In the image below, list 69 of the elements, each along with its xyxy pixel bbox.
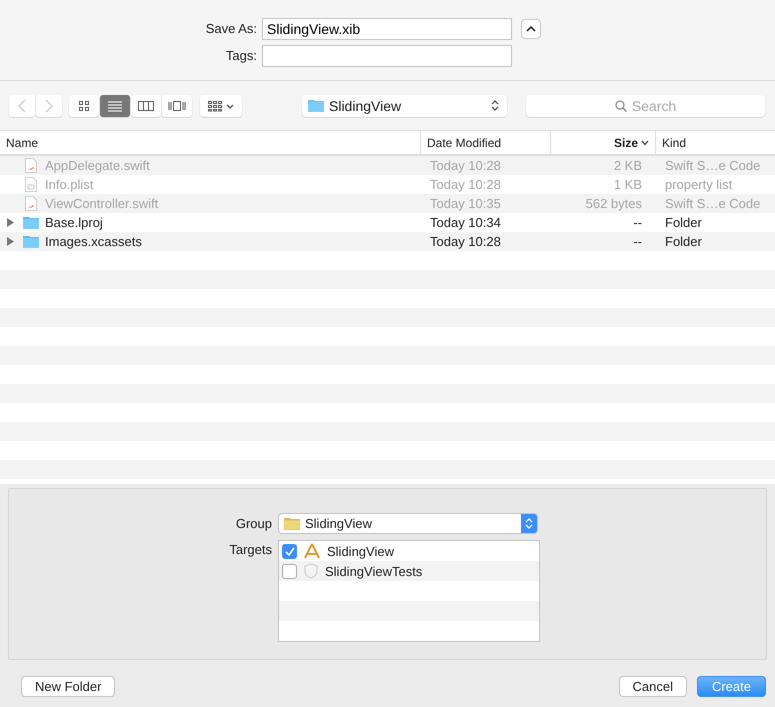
list-view-button[interactable] <box>100 94 130 116</box>
cover-flow-icon <box>168 100 186 112</box>
file-row[interactable]: Images.xcassets Today 10:28 -- Folder <box>0 232 775 251</box>
save-as-field[interactable]: SlidingView.xib <box>262 18 512 40</box>
size-cell-text: 1 KB <box>612 177 643 192</box>
app-target-icon <box>303 543 321 559</box>
tags-label: Tags: <box>224 48 258 63</box>
size-cell-text: -- <box>632 234 643 249</box>
kind-cell-text: Swift S…e Code <box>664 158 762 173</box>
column-header[interactable]: Date Modified <box>421 131 551 154</box>
file-name: Base.lproj <box>45 215 103 230</box>
icons-view-button[interactable] <box>69 94 99 116</box>
search-icon <box>614 100 627 112</box>
disclosure-triangle-icon[interactable] <box>7 218 14 227</box>
chevron-icon <box>526 25 536 32</box>
coverflow-view-button[interactable] <box>162 94 192 116</box>
arrange-button[interactable] <box>200 94 242 116</box>
plist-file-icon <box>25 177 37 192</box>
file-name: Images.xcassets <box>45 234 142 249</box>
kind-cell-text: property list <box>664 177 734 192</box>
file-name: ViewController.swift <box>45 196 158 211</box>
stepper-icon <box>521 514 537 533</box>
cancel-button[interactable]: Cancel <box>618 676 687 696</box>
collapse-button[interactable] <box>521 18 541 38</box>
target-checkbox[interactable] <box>282 564 297 578</box>
new-folder-button[interactable]: New Folder <box>21 676 116 696</box>
kind-cell-text: Folder <box>664 234 703 249</box>
date-cell-text: Today 10:28 <box>429 158 502 173</box>
columns-view-button[interactable] <box>131 94 161 116</box>
kind-cell-text: Folder <box>664 215 703 230</box>
file-name: AppDelegate.swift <box>45 158 150 173</box>
size-cell-text: 562 bytes <box>584 196 643 211</box>
target-name: SlidingViewTests <box>325 564 422 578</box>
date-cell-text: Today 10:28 <box>429 234 502 249</box>
targets-label: Targets <box>228 541 273 559</box>
date-cell-text: Today 10:34 <box>429 215 502 230</box>
swift-file-icon <box>25 196 37 211</box>
columns-icon <box>138 100 154 112</box>
file-name: Info.plist <box>45 177 94 192</box>
sort-chevron-icon <box>641 140 649 146</box>
column-header[interactable]: Name <box>0 131 421 154</box>
checkmark-icon <box>284 546 294 556</box>
arrange-icon <box>207 100 235 112</box>
swift-file-icon <box>25 158 37 173</box>
save-as-label: Save As: <box>204 21 258 36</box>
list-icon <box>107 100 123 112</box>
folder-icon <box>23 235 39 248</box>
tags-field[interactable] <box>262 44 512 66</box>
disclosure-triangle-icon[interactable] <box>7 237 14 246</box>
kind-cell-text: Swift S…e Code <box>664 196 762 211</box>
folder-icon <box>23 216 39 229</box>
size-cell-text: -- <box>632 215 643 230</box>
stepper-icon <box>491 99 499 112</box>
date-cell-text: Today 10:28 <box>429 177 502 192</box>
date-cell-text: Today 10:35 <box>429 196 502 211</box>
grid-icon <box>78 100 90 112</box>
back-chevron-icon <box>18 98 26 112</box>
size-cell-text: 2 KB <box>612 158 643 173</box>
file-row[interactable]: Base.lproj Today 10:34 -- Folder <box>0 213 775 232</box>
group-label: Group <box>234 514 273 533</box>
column-header[interactable]: Size <box>551 131 656 154</box>
folder-icon <box>308 99 324 112</box>
target-checkbox[interactable] <box>282 544 297 558</box>
location-popup[interactable]: SlidingView <box>302 94 507 116</box>
forward-chevron-icon <box>45 98 53 112</box>
folder-icon <box>284 517 300 530</box>
group-popup[interactable]: SlidingView <box>278 513 538 534</box>
column-header[interactable]: Kind <box>656 131 775 154</box>
target-name: SlidingView <box>327 544 394 558</box>
